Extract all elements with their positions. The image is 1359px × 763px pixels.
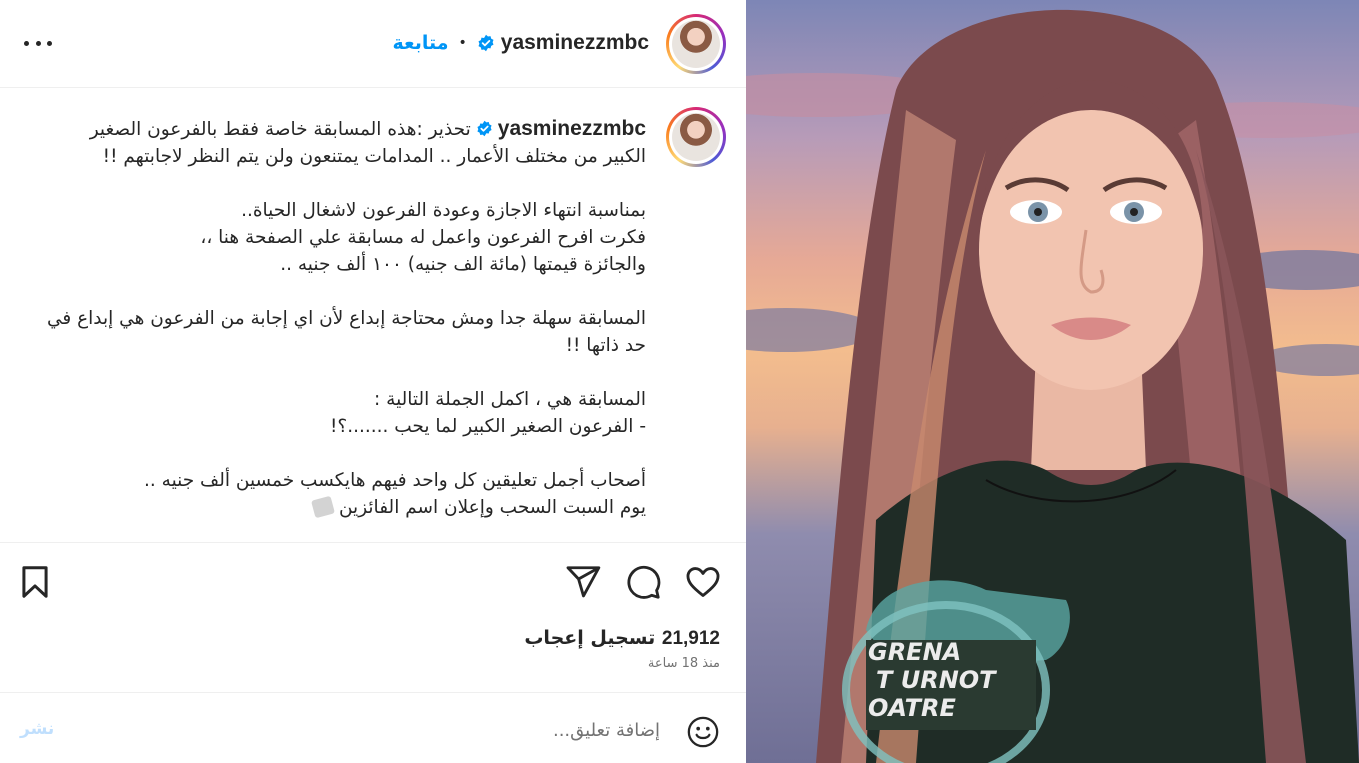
likes-number: 21,912 [661, 628, 720, 649]
shirt-text-line-1: GRENA [868, 638, 962, 666]
comment-bar: نشر [0, 692, 746, 763]
post-details-panel: yasminezzmbc • متابعة yasminezzmbcتحذير … [0, 0, 746, 763]
more-options-icon[interactable] [24, 30, 52, 56]
shirt-text-line-2: T URNOT [876, 666, 996, 694]
shirt-text: GRENA T URNOT OATRE [868, 638, 1038, 722]
comment-input[interactable] [100, 715, 660, 745]
verified-badge-icon [478, 34, 494, 52]
post-comment-button[interactable]: نشر [20, 719, 54, 739]
comment-bubble-icon[interactable] [624, 563, 662, 601]
caption-username[interactable]: yasminezzmbc [498, 117, 646, 140]
caption-body: تحذير :هذه المسابقة خاصة فقط بالفرعون ال… [46, 119, 646, 518]
separator-dot: • [458, 35, 467, 51]
like-heart-icon[interactable] [684, 563, 722, 601]
emoji-smiley-icon[interactable] [686, 715, 720, 749]
save-bookmark-icon[interactable] [16, 563, 54, 601]
share-paper-plane-icon[interactable] [564, 563, 602, 601]
caption-area: yasminezzmbcتحذير :هذه المسابقة خاصة فقط… [0, 89, 746, 539]
follow-button[interactable]: متابعة [392, 32, 448, 54]
likes-label: تسجيل إعجاب [524, 627, 656, 649]
header-username[interactable]: yasminezzmbc [501, 31, 649, 55]
likes-count[interactable]: 21,912 تسجيل إعجاب [524, 627, 720, 650]
verified-badge-icon [477, 120, 492, 137]
shirt-text-line-3: OATRE [868, 694, 956, 722]
post-image[interactable]: GRENA T URNOT OATRE [746, 0, 1359, 763]
caption-text: yasminezzmbcتحذير :هذه المسابقة خاصة فقط… [46, 115, 646, 521]
post-timestamp[interactable]: منذ 18 ساعة [648, 656, 720, 671]
header-user-info: yasminezzmbc • متابعة [392, 30, 649, 56]
avatar[interactable] [666, 14, 726, 74]
portrait-illustration [746, 9, 1359, 763]
memo-emoji-icon [310, 495, 335, 519]
post-header: yasminezzmbc • متابعة [0, 0, 746, 88]
post-actions: 21,912 تسجيل إعجاب منذ 18 ساعة [0, 542, 746, 692]
caption-avatar[interactable] [666, 107, 726, 167]
